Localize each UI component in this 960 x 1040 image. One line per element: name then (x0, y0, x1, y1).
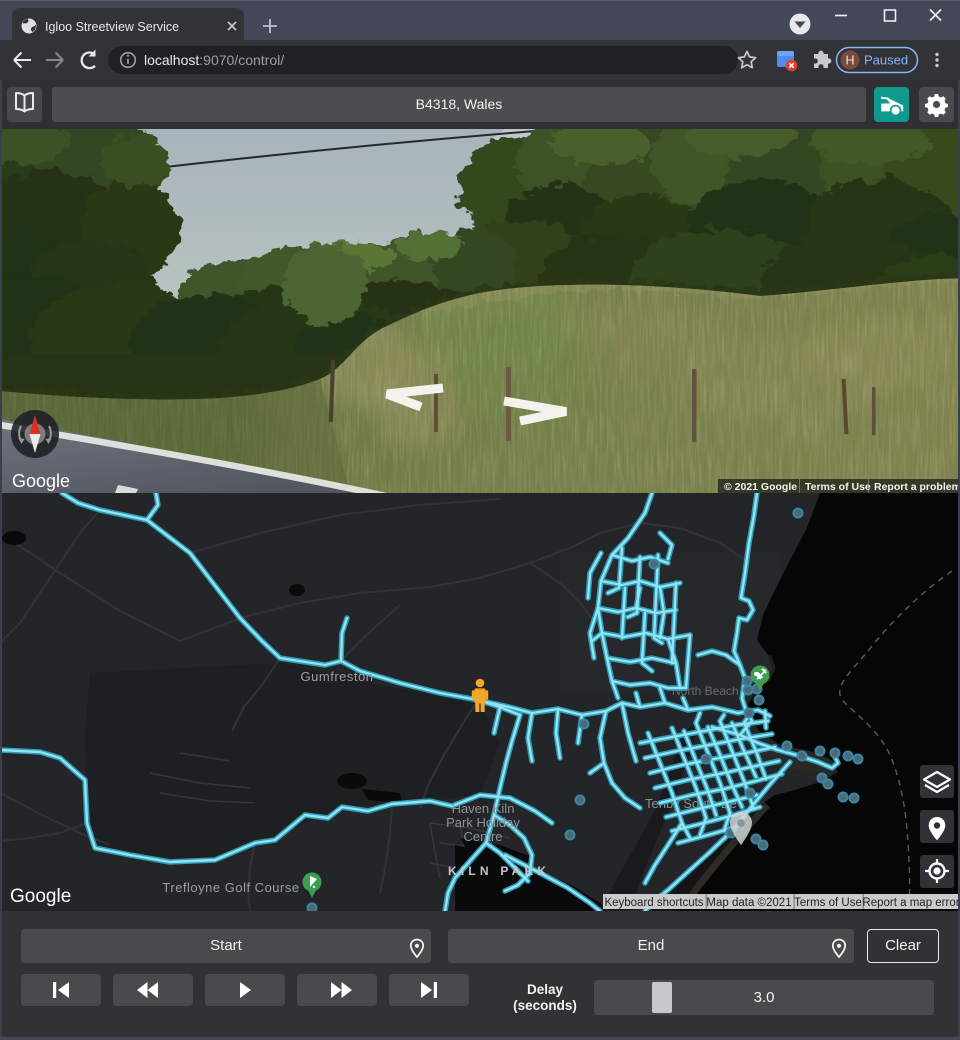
svg-text:© 2021 Google: © 2021 Google (724, 481, 797, 493)
svg-text:H: H (845, 54, 854, 68)
svg-text:KILN PARK: KILN PARK (448, 864, 550, 878)
svg-text:Haven Kiln: Haven Kiln (452, 801, 515, 816)
svg-text:Report a problem: Report a problem (874, 481, 960, 493)
svg-text:Gumfreston: Gumfreston (301, 669, 374, 684)
svg-text:Centre: Centre (463, 829, 502, 844)
svg-text:Trefloyne Golf Course: Trefloyne Golf Course (162, 880, 299, 895)
svg-text:Terms of Use: Terms of Use (805, 481, 871, 493)
svg-text:Keyboard shortcuts: Keyboard shortcuts (604, 897, 703, 909)
svg-text:Google: Google (12, 471, 70, 491)
svg-text:Report a map error: Report a map error (862, 897, 959, 909)
svg-text:Google: Google (10, 886, 71, 907)
svg-text:Map data ©2021: Map data ©2021 (706, 897, 791, 909)
svg-text:Paused: Paused (864, 53, 908, 68)
svg-text:Park Holiday: Park Holiday (446, 815, 520, 830)
svg-text:Terms of Use: Terms of Use (794, 897, 862, 909)
